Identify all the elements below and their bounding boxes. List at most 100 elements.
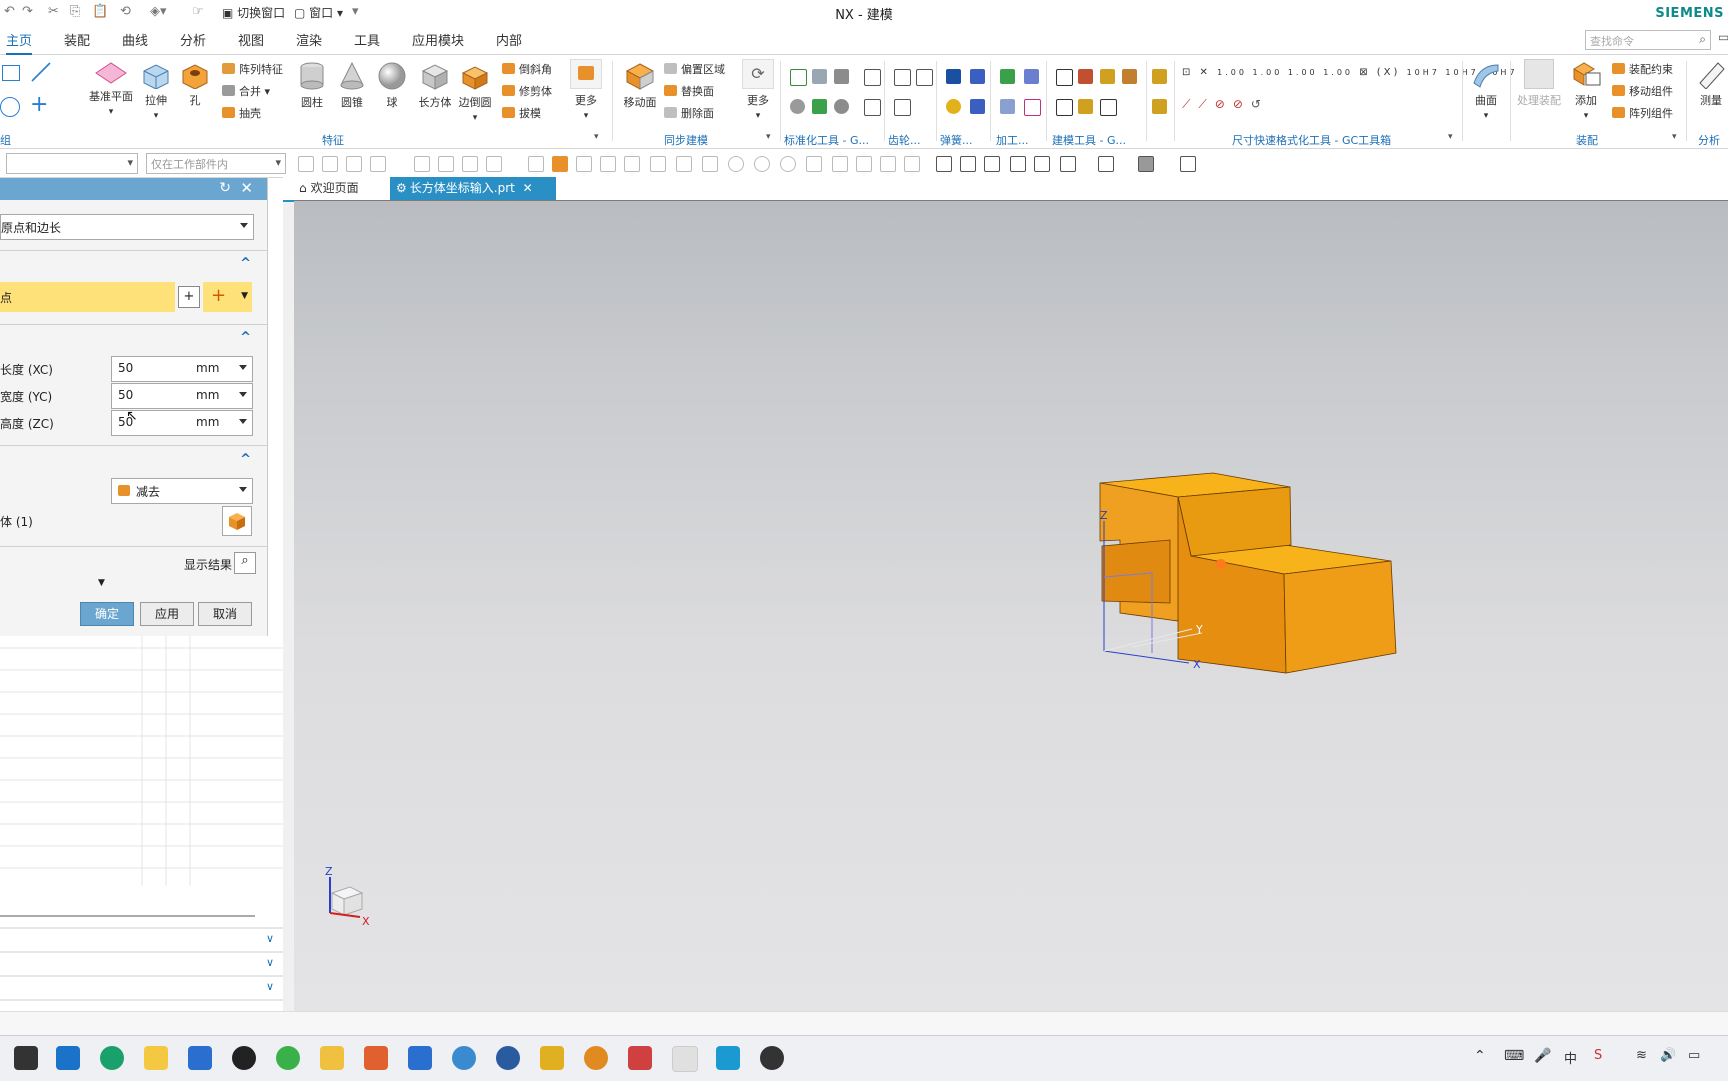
tab-application[interactable]: 应用模块 [412,30,464,49]
snap-icon-24[interactable] [904,156,920,172]
modeling-tool-icon-4[interactable] [1122,69,1137,84]
machining-tool-icon-3[interactable] [1000,99,1015,114]
more-options-icon[interactable]: ▼ [98,578,105,588]
trim-body-button[interactable]: 修剪体 [502,83,552,99]
sphere-button[interactable]: 球 [376,61,408,110]
snap-icon-13[interactable] [624,156,640,172]
std-tool-icon-8[interactable] [864,99,881,116]
offset-region-button[interactable]: 偏置区域 [664,61,725,77]
dim-format-tools-row-1[interactable]: ⊡ ✕ 1.00 1.00 1.00 1.00 ⊠ (X) 10H7 10H7 … [1182,67,1553,87]
spring-tool-icon-2[interactable] [970,69,985,84]
more-sync-button[interactable]: ⟳ 更多 ▾ [740,59,776,121]
tray-chevron-icon[interactable]: ⌃ [1474,1048,1486,1064]
snap-icon-23[interactable] [880,156,896,172]
search-app-icon[interactable] [584,1046,608,1070]
draft-button[interactable]: 拔模 [502,105,541,121]
line-icon[interactable] [30,61,52,83]
std-tool-icon-6[interactable] [812,99,827,114]
ok-button[interactable]: 确定 [80,602,134,626]
modeling-tool-icon-1[interactable] [1056,69,1073,86]
microphone-icon[interactable]: 🎤 [1534,1048,1551,1064]
modeling-tool-icon-7[interactable] [1100,99,1117,116]
app-red-icon[interactable] [628,1046,652,1070]
move-component-button[interactable]: 移动组件 [1612,83,1673,99]
cylinder-button[interactable]: 圆柱 [296,61,328,110]
view-tool-icon-8[interactable] [1138,156,1154,172]
tab-internal[interactable]: 内部 [496,30,522,49]
app-color-icon[interactable] [364,1046,388,1070]
select-body-button[interactable] [222,506,252,536]
wechat-icon[interactable] [276,1046,300,1070]
expand-panel-icon[interactable]: ∨ [266,932,274,945]
pattern-component-button[interactable]: 阵列组件 [1612,105,1673,121]
width-input[interactable]: 50 mm [111,383,253,409]
chamfer-button[interactable]: 倒斜角 [502,61,552,77]
selection-scope-select[interactable]: 仅在工作部件内 ▾ [146,153,286,174]
wifi-icon[interactable]: ≋ [1636,1048,1647,1063]
sync-group-expand-icon[interactable]: ▾ [766,132,771,142]
boolean-select[interactable]: 减去 [111,478,253,504]
qq-icon[interactable] [232,1046,256,1070]
ime-icon[interactable]: 中 [1564,1048,1577,1067]
view-tool-icon-2[interactable] [960,156,976,172]
nx-app-icon[interactable] [716,1046,740,1070]
point-icon[interactable]: + [30,94,48,116]
snap-icon-17[interactable] [728,156,744,172]
snap-icon-2[interactable] [322,156,338,172]
std-tool-icon-4[interactable] [864,69,881,86]
edge-blend-button[interactable]: 边倒圆 ▾ [456,61,494,123]
tab-curve[interactable]: 曲线 [122,30,148,49]
modeling-tool-icon-6[interactable] [1078,99,1093,114]
app-star-icon[interactable] [320,1046,344,1070]
hole-button[interactable]: 孔 [178,61,212,108]
snap-icon-15[interactable] [676,156,692,172]
std-tool-icon-3[interactable] [834,69,849,84]
collapse-origin-icon[interactable]: ^ [240,256,251,271]
expand-panel-icon[interactable]: ∨ [266,956,274,969]
expand-panel-icon[interactable]: ∨ [266,980,274,993]
std-tool-icon-7[interactable] [834,99,849,114]
machining-tool-icon-4[interactable] [1024,99,1041,116]
task-view-icon[interactable] [14,1046,38,1070]
collapse-boolean-icon[interactable]: ^ [240,452,251,467]
snap-icon-1[interactable] [298,156,314,172]
rectangle-icon[interactable] [2,65,20,81]
gc-tool-icon-2[interactable] [1152,99,1167,114]
delete-face-button[interactable]: 删除面 [664,105,714,121]
reset-icon[interactable]: ↻ [219,180,231,196]
tab-render[interactable]: 渲染 [296,30,322,49]
feature-group-expand-icon[interactable]: ▾ [594,132,599,142]
assembly-constraints-button[interactable]: 装配约束 [1612,61,1673,77]
view-tool-icon-7[interactable] [1098,156,1114,172]
std-tool-icon-5[interactable] [790,99,805,114]
tab-analysis[interactable]: 分析 [180,30,206,49]
gear-tool-icon-2[interactable] [916,69,933,86]
volume-icon[interactable]: 🔊 [1660,1048,1676,1063]
snap-icon-16[interactable] [702,156,718,172]
point-dialog-icon[interactable]: + [178,286,200,308]
close-icon[interactable]: ✕ [240,179,253,197]
snap-icon-8[interactable] [486,156,502,172]
view-tool-icon-4[interactable] [1010,156,1026,172]
view-tool-icon-3[interactable] [984,156,1000,172]
modeling-tool-icon-2[interactable] [1078,69,1093,84]
snap-icon-14[interactable] [650,156,666,172]
snap-icon-20[interactable] [806,156,822,172]
circle-icon[interactable] [0,97,20,117]
pattern-feature-button[interactable]: 阵列特征 [222,61,283,77]
gc-tool-icon-1[interactable] [1152,69,1167,84]
snap-icon-5[interactable] [414,156,430,172]
snap-icon-9[interactable] [528,156,544,172]
app-dark-icon[interactable] [760,1046,784,1070]
add-component-button[interactable]: 添加 ▾ [1566,59,1606,121]
keyboard-icon[interactable]: ⌨ [1504,1048,1524,1064]
snap-icon-19[interactable] [780,156,796,172]
modeling-tool-icon-5[interactable] [1056,99,1073,116]
stepped-block-model[interactable] [1099,472,1397,674]
block-button[interactable]: 长方体 [416,61,454,110]
machining-tool-icon-1[interactable] [1000,69,1015,84]
snap-icon-3[interactable] [346,156,362,172]
selected-point-marker[interactable] [1216,559,1226,569]
process-assembly-button[interactable]: 处理装配 [1514,59,1564,108]
tab-assembly[interactable]: 装配 [64,30,90,49]
